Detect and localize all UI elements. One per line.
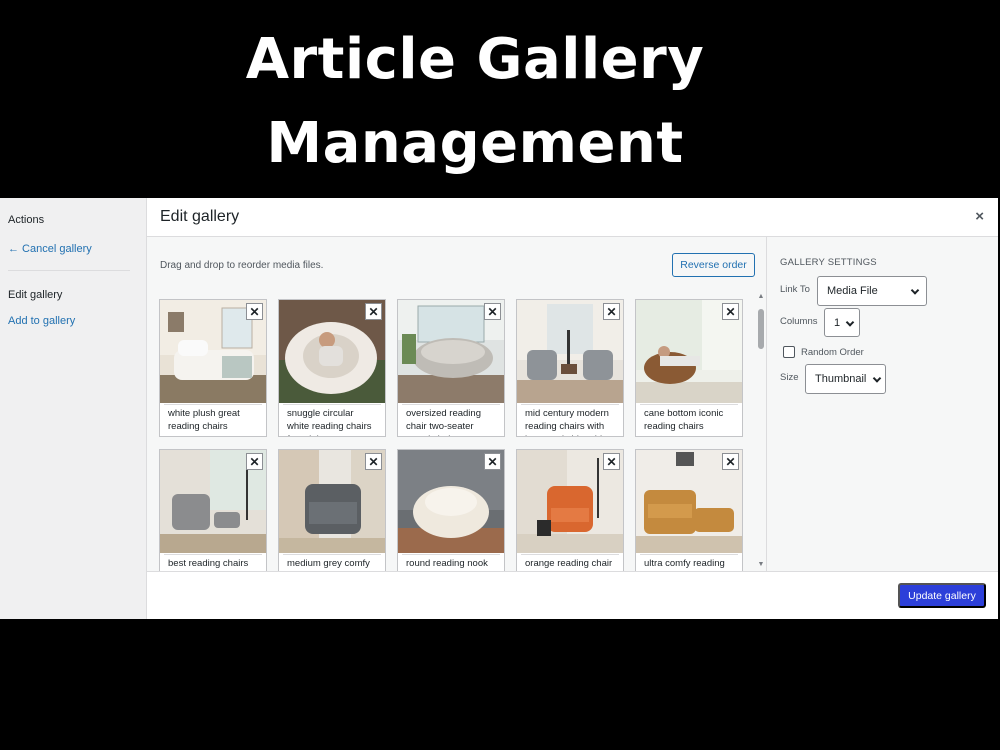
actions-heading: Actions xyxy=(8,214,45,226)
caption-field[interactable]: ultra comfy reading xyxy=(640,554,738,571)
caption-field[interactable]: white plush great reading chairs xyxy=(164,404,262,436)
gallery-content: Drag and drop to reorder media files. Re… xyxy=(147,237,767,571)
caption-field[interactable]: best reading chairs xyxy=(164,554,262,571)
attachment-card[interactable]: ✕ oversized reading chair two-seater rou… xyxy=(397,299,505,437)
dialog-header: Edit gallery × xyxy=(147,198,998,237)
caption-field[interactable]: round reading nook xyxy=(402,554,500,571)
gallery-settings-heading: GALLERY SETTINGS xyxy=(780,257,877,268)
remove-icon[interactable]: ✕ xyxy=(603,303,620,320)
columns-select[interactable]: 1 xyxy=(824,308,860,337)
attachment-card[interactable]: ✕ medium grey comfy xyxy=(278,449,386,571)
remove-icon[interactable]: ✕ xyxy=(722,453,739,470)
update-gallery-button[interactable]: Update gallery xyxy=(898,583,986,608)
banner-title-line2: Management xyxy=(266,111,684,176)
size-label: Size xyxy=(780,372,799,383)
remove-icon[interactable]: ✕ xyxy=(246,303,263,320)
link-to-label: Link To xyxy=(780,284,810,295)
caption-field[interactable]: medium grey comfy xyxy=(283,554,381,571)
caption-field[interactable]: mid century modern reading chairs with l… xyxy=(521,404,619,436)
attachment-card[interactable]: ✕ mid century modern reading chairs with… xyxy=(516,299,624,437)
gallery-settings-panel: GALLERY SETTINGS Link To Media File Colu… xyxy=(767,237,998,571)
caption-field[interactable]: snuggle circular white reading chairs fo… xyxy=(283,404,381,436)
attachment-card[interactable]: ✕ orange reading chair xyxy=(516,449,624,571)
remove-icon[interactable]: ✕ xyxy=(484,303,501,320)
close-icon[interactable]: × xyxy=(975,208,984,225)
wordpress-edit-gallery-screenshot: Actions ← Cancel gallery Edit gallery Ad… xyxy=(0,198,998,619)
remove-icon[interactable]: ✕ xyxy=(246,453,263,470)
reverse-order-button[interactable]: Reverse order xyxy=(672,253,755,277)
attachment-card[interactable]: ✕ snuggle circular white reading chairs … xyxy=(278,299,386,437)
size-select[interactable]: Thumbnail xyxy=(805,364,886,394)
attachment-card[interactable]: ✕ best reading chairs xyxy=(159,449,267,571)
remove-icon[interactable]: ✕ xyxy=(722,303,739,320)
sidebar-divider xyxy=(8,270,130,271)
caption-field[interactable]: orange reading chair xyxy=(521,554,619,571)
attachment-card[interactable]: ✕ round reading nook xyxy=(397,449,505,571)
scrollbar-thumb[interactable] xyxy=(758,309,764,349)
add-to-gallery-link[interactable]: Add to gallery xyxy=(8,315,75,327)
cancel-gallery-link[interactable]: ← Cancel gallery xyxy=(8,243,92,255)
link-to-value: Media File xyxy=(827,285,878,297)
remove-icon[interactable]: ✕ xyxy=(365,303,382,320)
edit-gallery-heading: Edit gallery xyxy=(8,289,63,301)
columns-value: 1 xyxy=(834,316,841,329)
random-order-label: Random Order xyxy=(801,347,864,358)
remove-icon[interactable]: ✕ xyxy=(365,453,382,470)
remove-icon[interactable]: ✕ xyxy=(603,453,620,470)
media-frame: Edit gallery × Drag and drop to reorder … xyxy=(147,198,998,619)
attachment-card[interactable]: ✕ ultra comfy reading xyxy=(635,449,743,571)
link-to-select[interactable]: Media File xyxy=(817,276,927,306)
reorder-hint: Drag and drop to reorder media files. xyxy=(160,260,324,271)
banner: Article Gallery Management xyxy=(0,0,1000,198)
scroll-up-icon[interactable]: ▲ xyxy=(757,293,765,300)
caption-field[interactable]: cane bottom iconic reading chairs xyxy=(640,404,738,436)
remove-icon[interactable]: ✕ xyxy=(484,453,501,470)
attachment-card[interactable]: ✕ cane bottom iconic reading chairs xyxy=(635,299,743,437)
attachment-card[interactable]: ✕ white plush great reading chairs xyxy=(159,299,267,437)
dialog-footer: Update gallery xyxy=(147,571,998,619)
grid-scrollbar[interactable]: ▲ ▼ xyxy=(756,293,766,571)
chevron-down-icon xyxy=(872,374,882,383)
media-sidebar: Actions ← Cancel gallery Edit gallery Ad… xyxy=(0,198,147,619)
banner-title-line1: Article Gallery xyxy=(245,27,705,92)
caption-field[interactable]: oversized reading chair two-seater round… xyxy=(402,404,500,436)
scroll-down-icon[interactable]: ▼ xyxy=(757,561,765,568)
size-value: Thumbnail xyxy=(815,373,867,385)
chevron-down-icon xyxy=(845,317,855,327)
columns-label: Columns xyxy=(780,316,818,327)
random-order-checkbox[interactable] xyxy=(783,346,795,358)
chevron-down-icon xyxy=(910,286,920,295)
dialog-title: Edit gallery xyxy=(160,208,240,225)
